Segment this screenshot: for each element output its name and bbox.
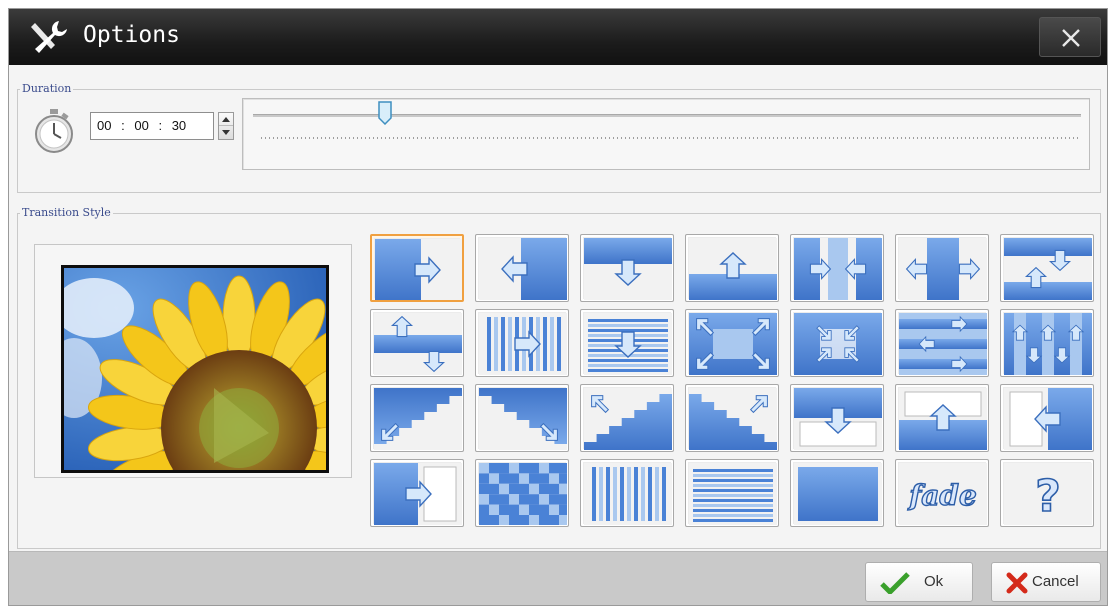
- transition-tile-cut[interactable]: [790, 459, 884, 527]
- transition-split-horizontal-icon: [374, 313, 462, 375]
- transition-tile-box-in[interactable]: [790, 309, 884, 377]
- transition-dissolve-icon: [479, 463, 567, 525]
- duration-slider[interactable]: [242, 98, 1090, 170]
- transition-push-left-icon: [479, 238, 567, 300]
- transition-tile-box-out[interactable]: [685, 309, 779, 377]
- transition-tile-push-up[interactable]: [685, 234, 779, 302]
- duration-time-field[interactable]: 00 : 00 : 30: [90, 112, 214, 140]
- transition-bars-horizontal-icon: [689, 463, 777, 525]
- transition-split-out-horizontal-icon: [899, 238, 987, 300]
- transition-blinds-down-icon: [584, 313, 672, 375]
- transition-cover-left-icon: [1004, 388, 1092, 450]
- tools-icon: [31, 21, 67, 53]
- transition-tile-stairs-down-left[interactable]: [370, 384, 464, 452]
- transition-tile-stairs-up-right[interactable]: [685, 384, 779, 452]
- transition-split-in-horizontal-icon: [794, 238, 882, 300]
- chevron-up-icon: [222, 117, 230, 122]
- duration-spinner[interactable]: [218, 112, 234, 140]
- close-icon: [1062, 29, 1080, 47]
- transition-push-up-icon: [689, 238, 777, 300]
- transition-tile-random[interactable]: ?: [1000, 459, 1094, 527]
- transition-stairs-up-left-icon: [584, 388, 672, 450]
- transition-tile-push-left[interactable]: [475, 234, 569, 302]
- transition-tile-bars-horizontal[interactable]: [685, 459, 779, 527]
- checkmark-icon: [880, 572, 910, 594]
- dialog-footer: Ok Cancel: [9, 551, 1107, 605]
- spinner-up-button[interactable]: [219, 113, 233, 126]
- transition-cut-icon: [794, 463, 882, 525]
- transition-stairs-up-right-icon: [689, 388, 777, 450]
- chevron-down-icon: [222, 130, 230, 135]
- transition-tile-fade[interactable]: fade: [895, 459, 989, 527]
- transition-tile-split-in-horizontal[interactable]: [790, 234, 884, 302]
- close-button[interactable]: [1039, 17, 1101, 57]
- cross-icon: [1006, 572, 1028, 594]
- transition-tile-comb-vertical[interactable]: [1000, 309, 1094, 377]
- transition-tile-stairs-down-right[interactable]: [475, 384, 569, 452]
- title-bar: Options: [9, 9, 1107, 65]
- time-separator: :: [158, 118, 163, 133]
- time-separator: :: [121, 118, 125, 133]
- transition-split-vertical-icon: [1004, 238, 1092, 300]
- slider-ticks: [261, 137, 1079, 139]
- transition-cover-down-icon: [794, 388, 882, 450]
- transition-tile-blinds-right[interactable]: [475, 309, 569, 377]
- transition-bars-vertical-icon: [584, 463, 672, 525]
- duration-group: Duration 00 : 00 : 30: [17, 82, 1101, 193]
- spinner-down-button[interactable]: [219, 126, 233, 139]
- transition-random-icon: ?: [1004, 463, 1092, 525]
- minutes-value[interactable]: 00: [134, 113, 148, 139]
- options-dialog: Options Duration 00 : 00 : 30 Transition…: [8, 8, 1108, 606]
- transition-tile-blinds-down[interactable]: [580, 309, 674, 377]
- transition-tile-push-right[interactable]: [370, 234, 464, 302]
- transition-box-in-icon: [794, 313, 882, 375]
- svg-text:?: ?: [1035, 471, 1061, 522]
- transition-style-label: Transition Style: [20, 206, 113, 219]
- transition-comb-horizontal-icon: [899, 313, 987, 375]
- transition-cover-right-icon: [374, 463, 462, 525]
- hours-value[interactable]: 00: [97, 113, 111, 139]
- transition-tile-split-out-horizontal[interactable]: [895, 234, 989, 302]
- transition-stairs-down-right-icon: [479, 388, 567, 450]
- seconds-value[interactable]: 30: [172, 113, 186, 139]
- svg-text:fade: fade: [907, 479, 977, 512]
- window-title: Options: [83, 22, 180, 48]
- transition-tile-split-horizontal[interactable]: [370, 309, 464, 377]
- stopwatch-icon: [35, 109, 73, 153]
- transition-stairs-down-left-icon: [374, 388, 462, 450]
- cancel-button[interactable]: Cancel: [991, 562, 1101, 602]
- transition-box-out-icon: [689, 313, 777, 375]
- transition-comb-vertical-icon: [1004, 313, 1092, 375]
- ok-label: Ok: [924, 573, 944, 590]
- preview-image: [61, 265, 329, 473]
- transition-tile-cover-up[interactable]: [895, 384, 989, 452]
- cancel-label: Cancel: [1032, 573, 1079, 590]
- sunflower-image: [64, 268, 326, 470]
- transition-tile-cover-right[interactable]: [370, 459, 464, 527]
- transition-blinds-right-icon: [479, 313, 567, 375]
- transition-tile-cover-left[interactable]: [1000, 384, 1094, 452]
- transition-push-down-icon: [584, 238, 672, 300]
- transition-tile-cover-down[interactable]: [790, 384, 884, 452]
- slider-track[interactable]: [253, 114, 1081, 117]
- transition-tile-stairs-up-left[interactable]: [580, 384, 674, 452]
- slider-thumb[interactable]: [378, 101, 393, 125]
- duration-label: Duration: [20, 82, 74, 95]
- transition-style-group: Transition Style fade ?: [17, 206, 1101, 549]
- transition-tile-comb-horizontal[interactable]: [895, 309, 989, 377]
- transition-push-right-icon: [375, 239, 462, 300]
- transition-tile-bars-vertical[interactable]: [580, 459, 674, 527]
- transition-tile-dissolve[interactable]: [475, 459, 569, 527]
- transition-tile-split-vertical[interactable]: [1000, 234, 1094, 302]
- transition-tile-push-down[interactable]: [580, 234, 674, 302]
- transition-preview: [34, 244, 352, 478]
- transition-fade-icon: fade: [899, 463, 987, 525]
- transition-cover-up-icon: [899, 388, 987, 450]
- ok-button[interactable]: Ok: [865, 562, 973, 602]
